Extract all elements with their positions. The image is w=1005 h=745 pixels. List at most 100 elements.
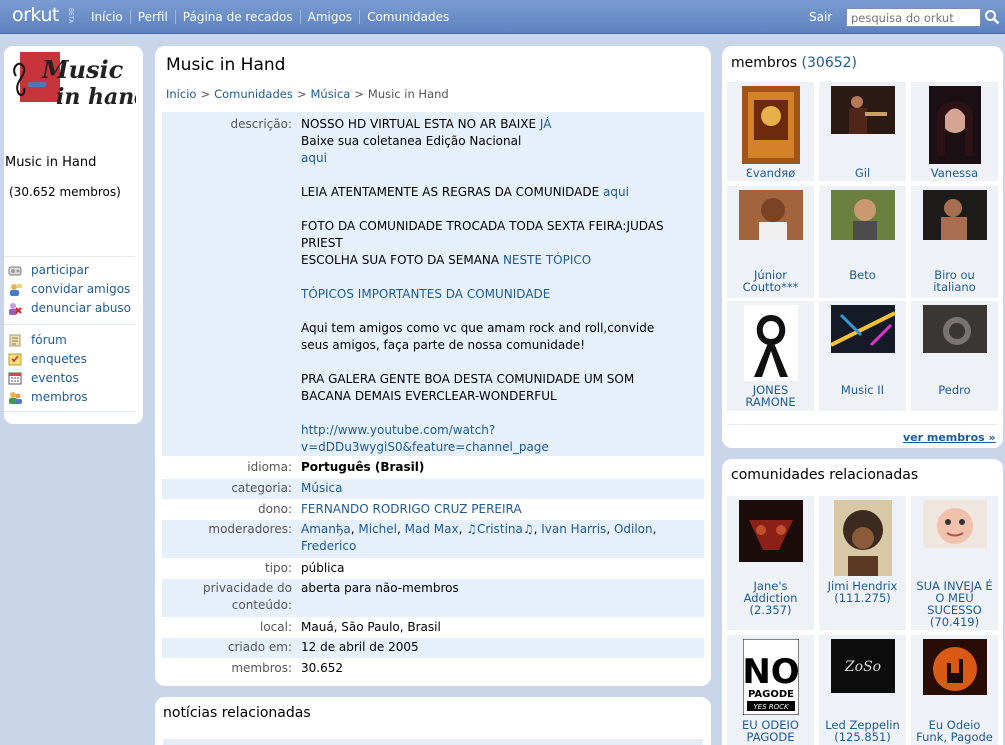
nav-inicio[interactable]: Início	[84, 10, 130, 24]
menu-label: denunciar abuso	[31, 301, 132, 315]
member-photo	[830, 305, 895, 353]
member-photo	[830, 86, 895, 134]
menu-label: fórum	[31, 333, 67, 347]
community-count: (70.419)	[929, 615, 980, 629]
svg-text:NO: NO	[743, 652, 799, 692]
member-card[interactable]: Vanessa	[911, 82, 998, 181]
member-name: RAMONE	[745, 395, 796, 409]
community-card[interactable]: ZoSo Led Zeppelin (125.851)	[819, 635, 906, 745]
member-card[interactable]: Júnior Coutto***	[727, 186, 814, 298]
member-card[interactable]: Biro ou italiano	[911, 186, 998, 298]
link-ja[interactable]: JÁ	[540, 117, 552, 131]
member-card[interactable]: Ɛvandяø	[727, 82, 814, 181]
local-row: local: Mauá, São Paulo, Brasil	[162, 618, 704, 638]
community-photo	[738, 500, 803, 562]
nav-recados[interactable]: Página de recados	[174, 10, 300, 24]
orkut-logo[interactable]: orkut	[12, 4, 59, 26]
news-toolbar	[163, 739, 703, 745]
link-aqui-regras[interactable]: aqui	[603, 185, 629, 199]
moderator-link[interactable]: Odilon	[614, 522, 653, 536]
community-name: Funk, Pagode	[916, 730, 993, 744]
criado-row: criado em: 12 de abril de 2005	[162, 638, 704, 658]
desc-line: FOTO DA COMUNIDADE TROCADA TODA SEXTA FE…	[301, 219, 664, 233]
desc-line: BACANA DEMAIS EVERCLEAR-WONDERFUL	[301, 389, 557, 403]
svg-text:Music: Music	[41, 55, 124, 84]
poll-icon	[8, 353, 22, 365]
members-title: membros (30652)	[731, 55, 858, 71]
desc-line: NOSSO HD VIRTUAL ESTA NO AR BAIXE	[301, 117, 540, 131]
moderator-link[interactable]: Ivan Harris	[541, 522, 606, 536]
beta-label: BETA	[67, 8, 74, 24]
member-name: italiano	[933, 280, 976, 294]
breadcrumb-comunidades[interactable]: Comunidades	[214, 87, 293, 101]
moderator-link[interactable]: Michel	[358, 522, 397, 536]
nav-amigos[interactable]: Amigos	[299, 10, 359, 24]
forum-icon	[9, 334, 21, 346]
membros-link[interactable]: membros	[8, 390, 88, 404]
search-icon[interactable]	[984, 9, 1000, 25]
breadcrumb-inicio[interactable]: Início	[166, 87, 196, 101]
breadcrumb-musica[interactable]: Música	[310, 87, 350, 101]
member-card[interactable]: JONES RAMONE	[727, 301, 814, 411]
member-card[interactable]: Beto	[819, 186, 906, 298]
participar-link[interactable]: participar	[8, 263, 89, 277]
menu-label: convidar amigos	[31, 282, 131, 296]
search-input[interactable]	[846, 8, 981, 27]
community-name: Music in Hand	[5, 155, 97, 170]
svg-text:YES ROCK: YES ROCK	[753, 703, 790, 711]
community-logo: Music in hand	[13, 52, 136, 110]
member-photo	[922, 190, 987, 240]
categoria-row: categoria: Música	[162, 479, 704, 499]
member-card[interactable]: Music II	[819, 301, 906, 411]
desc-line: Baixe sua coletanea Edição Nacional	[301, 134, 522, 148]
desc-line: Aqui tem amigos como vc que amam rock an…	[301, 321, 655, 335]
join-icon	[8, 266, 22, 275]
moderator-link[interactable]: Frederico	[301, 539, 356, 553]
moderator-link[interactable]: Amanђa	[301, 522, 351, 536]
signout-link[interactable]: Sair	[809, 10, 832, 24]
page-title: Music in Hand	[166, 55, 286, 75]
desc-line: ESCOLHA SUA FOTO DA SEMANA	[301, 253, 503, 267]
related-title: comunidades relacionadas	[731, 467, 919, 483]
label-descricao: descrição:	[230, 117, 292, 131]
nav-comunidades[interactable]: Comunidades	[359, 10, 456, 24]
community-photo	[922, 500, 987, 548]
menu-label: eventos	[31, 371, 79, 385]
member-name: Pedro	[938, 383, 971, 397]
member-photo	[928, 86, 981, 164]
link-neste-topico[interactable]: NESTE TÓPICO	[503, 253, 591, 267]
member-card[interactable]: Pedro	[911, 301, 998, 411]
moderator-link[interactable]: ♫Cristina♫	[466, 522, 533, 536]
members-count[interactable]: (30652)	[802, 55, 857, 71]
menu-label: participar	[31, 263, 89, 277]
label-privacidade: privacidade do conteúdo:	[202, 581, 292, 612]
youtube-link[interactable]: http://www.youtube.com/watch? v=dDDu3wygi…	[301, 422, 698, 456]
moderator-link[interactable]: Mad Max	[405, 522, 459, 536]
svg-text:PAGODE: PAGODE	[748, 689, 794, 700]
link-topicos-importantes[interactable]: TÓPICOS IMPORTANTES DA COMUNIDADE	[301, 287, 550, 301]
enquetes-link[interactable]: enquetes	[8, 352, 87, 366]
community-card[interactable]: SUA INVEJA É O MEU SUCESSO (70.419)	[911, 496, 998, 630]
member-photo	[741, 86, 800, 164]
community-card[interactable]: Jane's Addiction (2.357)	[727, 496, 814, 630]
owner-link[interactable]: FERNANDO RODRIGO CRUZ PEREIRA	[301, 502, 522, 516]
member-card[interactable]: Gil	[819, 82, 906, 181]
criado-value: 12 de abril de 2005	[301, 640, 419, 654]
link-aqui-coletanea[interactable]: aqui	[301, 151, 327, 165]
nav-perfil[interactable]: Perfil	[129, 10, 175, 24]
community-card[interactable]: Eu Odeio Funk, Pagode	[911, 635, 998, 745]
label-tipo: tipo:	[264, 561, 292, 575]
community-card[interactable]: NO PAGODE YES ROCK EU ODEIO PAGODE	[727, 635, 814, 745]
denunciar-link[interactable]: denunciar abuso	[8, 301, 131, 315]
see-all-members-link[interactable]: ver membros »	[903, 431, 996, 444]
desc-line: seus amigos, faça parte de nossa comunid…	[301, 338, 586, 352]
divider	[4, 324, 135, 325]
membros-value: 30.652	[301, 661, 343, 675]
community-card[interactable]: Jimi Hendrix (111.275)	[819, 496, 906, 630]
categoria-link[interactable]: Música	[301, 481, 343, 495]
convidar-link[interactable]: convidar amigos	[8, 282, 130, 296]
divider	[4, 256, 135, 257]
forum-link[interactable]: fórum	[8, 333, 67, 347]
menu-label: enquetes	[31, 352, 87, 366]
eventos-link[interactable]: eventos	[8, 371, 79, 385]
